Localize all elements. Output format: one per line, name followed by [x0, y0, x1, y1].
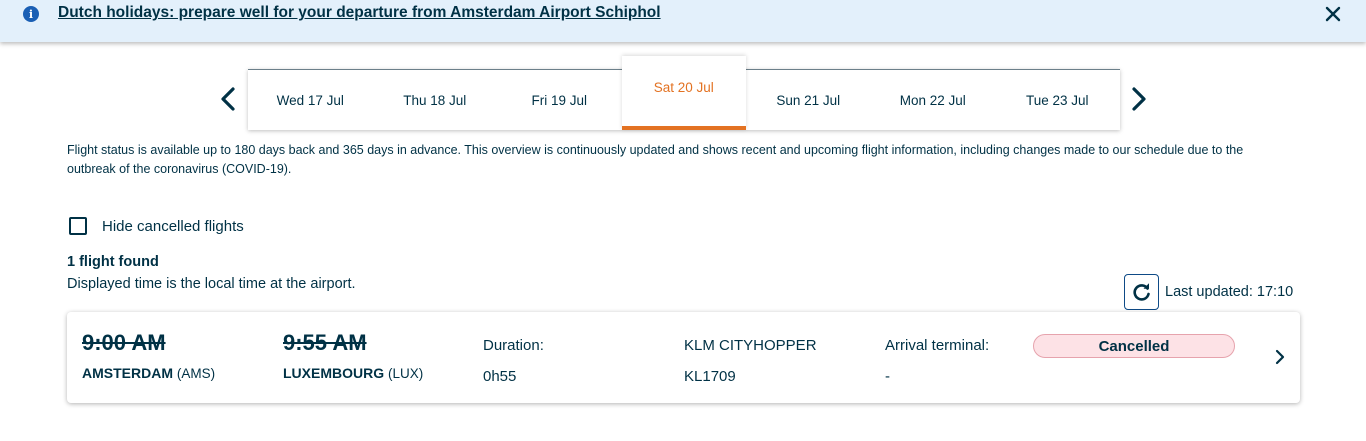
arrival-terminal-label: Arrival terminal: — [885, 337, 990, 354]
chevron-left-icon[interactable] — [218, 86, 238, 112]
arrival-code: (LUX) — [388, 366, 424, 381]
date-tab-wed-17[interactable]: Wed 17 Jul — [248, 70, 373, 130]
chevron-right-icon[interactable] — [1129, 86, 1149, 112]
close-icon[interactable] — [1324, 5, 1342, 23]
arrival-airport: LUXEMBOURG (LUX) — [283, 365, 423, 381]
date-tab-fri-19[interactable]: Fri 19 Jul — [497, 70, 622, 130]
hide-cancelled-filter[interactable]: Hide cancelled flights — [69, 217, 244, 235]
duration-value: 0h55 — [483, 368, 517, 385]
duration-label: Duration: — [483, 337, 544, 354]
flight-number: KL1709 — [684, 368, 736, 385]
departure-time: 9:00 AM — [82, 330, 166, 355]
local-time-note: Displayed time is the local time at the … — [67, 276, 356, 292]
info-banner: i Dutch holidays: prepare well for your … — [0, 0, 1366, 42]
flight-card[interactable]: 9:00 AM AMSTERDAM (AMS) 9:55 AM LUXEMBOU… — [67, 312, 1300, 403]
flight-status-info: Flight status is available up to 180 day… — [67, 143, 1244, 176]
info-icon: i — [23, 6, 39, 22]
refresh-icon — [1132, 283, 1150, 301]
date-tab-tue-23[interactable]: Tue 23 Jul — [995, 70, 1120, 130]
hide-cancelled-checkbox[interactable] — [69, 217, 87, 235]
date-selector: Wed 17 Jul Thu 18 Jul Fri 19 Jul Sat 20 … — [248, 56, 1120, 130]
date-tab-thu-18[interactable]: Thu 18 Jul — [373, 70, 498, 130]
results-count: 1 flight found — [67, 254, 159, 270]
departure-airport: AMSTERDAM (AMS) — [82, 365, 215, 381]
hide-cancelled-label: Hide cancelled flights — [102, 217, 244, 235]
chevron-right-icon[interactable] — [1274, 348, 1286, 366]
arrival-terminal-value: - — [885, 368, 890, 385]
arrival-city: LUXEMBOURG — [283, 365, 385, 381]
last-updated: Last updated: 17:10 — [1165, 284, 1294, 300]
refresh-button[interactable] — [1124, 274, 1159, 310]
date-tab-sun-21[interactable]: Sun 21 Jul — [746, 70, 871, 130]
status-badge: Cancelled — [1033, 334, 1235, 358]
carrier-name: KLM CITYHOPPER — [684, 337, 817, 354]
date-tab-mon-22[interactable]: Mon 22 Jul — [871, 70, 996, 130]
banner-link[interactable]: Dutch holidays: prepare well for your de… — [58, 4, 661, 22]
date-tab-sat-20-selected[interactable]: Sat 20 Jul — [621, 56, 746, 130]
arrival-time: 9:55 AM — [283, 330, 367, 355]
departure-city: AMSTERDAM — [82, 365, 173, 381]
departure-code: (AMS) — [176, 366, 216, 381]
